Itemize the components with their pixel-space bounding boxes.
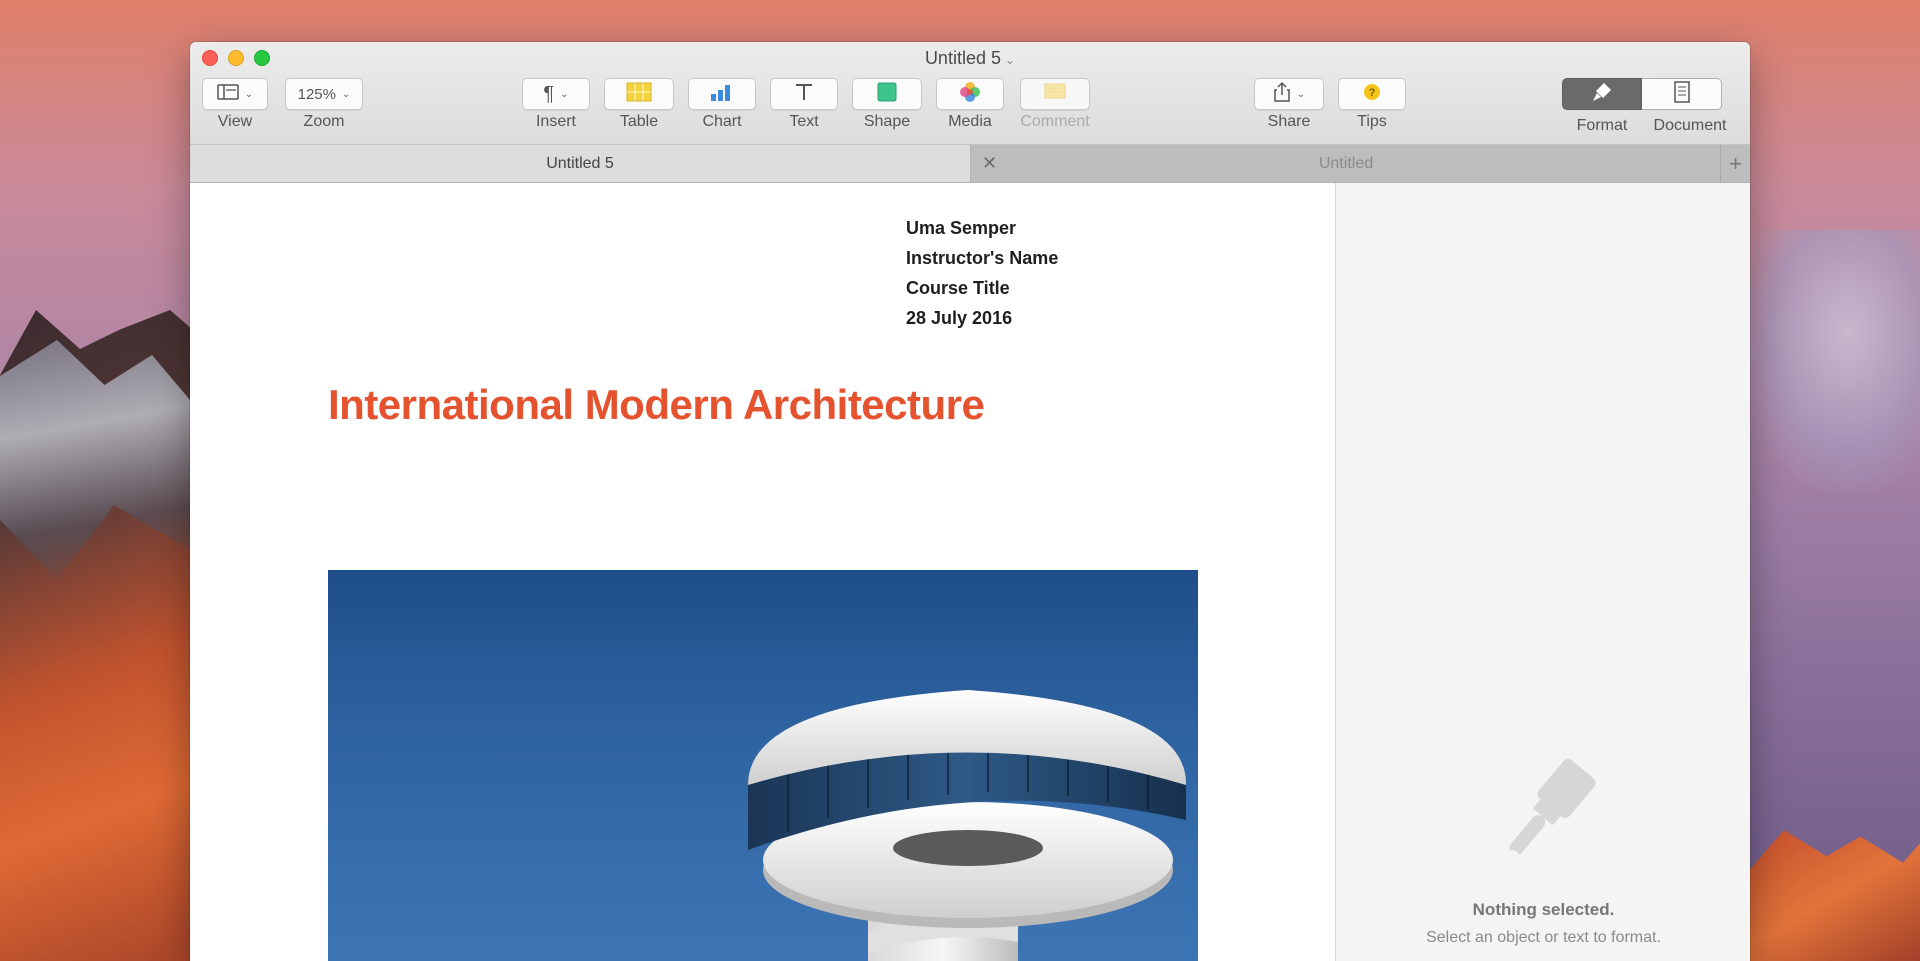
pages-window: Untitled 5 ⌄ ⌄ View 125% ⌄ Zoom ¶ ⌄ Inse… [190,42,1750,961]
add-tab-button[interactable]: + [1720,145,1750,182]
comment-button[interactable] [1020,78,1090,110]
tab-bar: Untitled 5 Untitled ✕ + [190,145,1750,183]
text-icon [793,82,815,106]
comment-tool[interactable]: Comment [1020,78,1090,131]
insert-label: Insert [535,113,576,130]
zoom-label: Zoom [303,113,345,130]
comment-icon [1043,82,1067,106]
document-icon [1673,80,1691,108]
media-tool[interactable]: Media [936,78,1004,131]
view-label: View [217,113,253,130]
desktop-mountain-right [1750,830,1920,961]
table-button[interactable] [604,78,674,110]
document-button[interactable] [1642,78,1722,110]
window-title[interactable]: Untitled 5 ⌄ [190,48,1750,69]
format-inspector: Nothing selected. Select an object or te… [1335,183,1750,961]
nothing-selected-hint: Select an object or text to format. [1426,929,1661,946]
zoom-select[interactable]: 125% ⌄ [285,78,363,110]
shape-tool[interactable]: Shape [852,78,922,131]
shape-button[interactable] [852,78,922,110]
shape-label: Shape [863,113,911,130]
table-label: Table [619,113,659,130]
chevron-down-icon: ⌄ [1296,88,1306,100]
comment-label: Comment [1020,113,1090,130]
text-tool[interactable]: Text [770,78,838,131]
course-title: Course Title [906,278,1010,298]
close-tab-icon[interactable]: ✕ [982,153,997,174]
view-icon [217,84,239,104]
share-label: Share [1267,113,1311,130]
tips-tool[interactable]: ? Tips [1338,78,1406,131]
share-tool[interactable]: ⌄ Share [1254,78,1324,131]
pilcrow-icon: ¶ [543,82,555,105]
chart-label: Chart [702,113,742,130]
chart-icon [709,82,735,106]
chevron-down-icon: ⌄ [244,88,254,100]
view-button[interactable]: ⌄ [202,78,268,110]
media-icon [959,81,981,107]
tab-untitled[interactable]: Untitled [971,145,1721,182]
media-button[interactable] [936,78,1004,110]
view-tool[interactable]: ⌄ View [202,78,268,131]
shape-icon [876,82,898,106]
tips-label: Tips [1357,113,1387,130]
tab-label: Untitled [1318,154,1374,172]
window-title-text: Untitled 5 [924,48,1001,68]
author-name: Uma Semper [906,218,1017,238]
chevron-down-icon: ⌄ [341,88,351,100]
format-button[interactable] [1562,78,1642,110]
paintbrush-icon [1481,748,1611,883]
format-brush-icon [1590,81,1614,108]
format-label: Format [1576,117,1628,134]
architecture-photo[interactable] [328,570,1198,961]
zoom-tool[interactable]: 125% ⌄ Zoom [285,78,363,131]
insert-button[interactable]: ¶ ⌄ [522,78,590,110]
table-tool[interactable]: Table [604,78,674,131]
table-icon [626,82,652,106]
tips-button[interactable]: ? [1338,78,1406,110]
instructor-name: Instructor's Name [906,248,1059,268]
chart-button[interactable] [688,78,756,110]
chevron-down-icon: ⌄ [1004,53,1016,67]
inspector-segmented-control[interactable] [1562,78,1722,110]
tab-untitled-5[interactable]: Untitled 5 [190,145,971,182]
desktop-mountain-haze [1740,230,1920,490]
chevron-down-icon: ⌄ [560,88,569,100]
text-label: Text [789,113,819,130]
document-label: Document [1653,117,1727,134]
tips-icon: ? [1362,82,1382,106]
media-label: Media [948,113,992,130]
inspector-labels: Format Document [1562,117,1738,135]
svg-text:?: ? [1369,87,1376,99]
share-button[interactable]: ⌄ [1254,78,1324,110]
zoom-value: 125% [297,85,336,103]
titlebar: Untitled 5 ⌄ ⌄ View 125% ⌄ Zoom ¶ ⌄ Inse… [190,42,1750,145]
chart-tool[interactable]: Chart [688,78,756,131]
address-block[interactable]: Uma Semper Instructor's Name Course Titl… [906,213,1058,333]
insert-tool[interactable]: ¶ ⌄ Insert [522,78,590,131]
text-button[interactable] [770,78,838,110]
tab-label: Untitled 5 [546,154,614,172]
document-canvas[interactable]: Uma Semper Instructor's Name Course Titl… [190,183,1335,961]
nothing-selected-title: Nothing selected. [1472,900,1615,919]
document-title[interactable]: International Modern Architecture [328,381,985,429]
document-date: 28 July 2016 [906,308,1013,328]
share-icon [1273,81,1291,107]
